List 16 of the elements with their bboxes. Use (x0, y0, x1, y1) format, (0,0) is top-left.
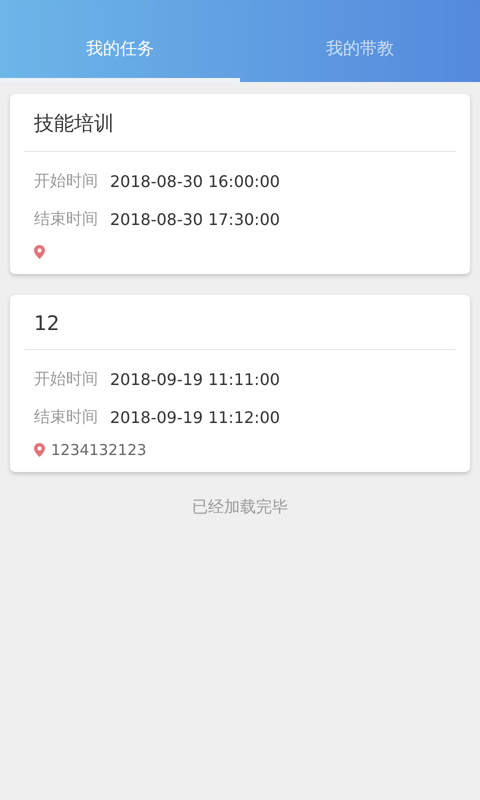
location-pin-icon (34, 443, 45, 457)
location-text: 1234132123 (51, 441, 146, 459)
task-card[interactable]: 12 开始时间 2018-09-19 11:11:00 结束时间 2018-09-19 11:12:00 1234132123 (10, 295, 470, 472)
task-title: 技能培训 (24, 94, 456, 152)
task-title: 12 (24, 295, 456, 350)
field-value: 2018-09-19 11:11:00 (110, 370, 280, 388)
task-card[interactable]: 技能培训 开始时间 2018-08-30 16:00:00 结束时间 2018-08-30 17:30:00 (10, 94, 470, 274)
field-value: 2018-08-30 16:00:00 (110, 172, 280, 190)
field-label: 结束时间 (34, 208, 98, 230)
field-label: 开始时间 (34, 368, 98, 390)
field-value: 2018-08-30 17:30:00 (110, 210, 280, 228)
field-label: 结束时间 (34, 406, 98, 428)
location-pin-icon (34, 245, 45, 259)
load-complete-text: 已经加载完毕 (192, 497, 288, 516)
field-value: 2018-09-19 11:12:00 (110, 408, 280, 426)
field-label: 开始时间 (34, 170, 98, 192)
